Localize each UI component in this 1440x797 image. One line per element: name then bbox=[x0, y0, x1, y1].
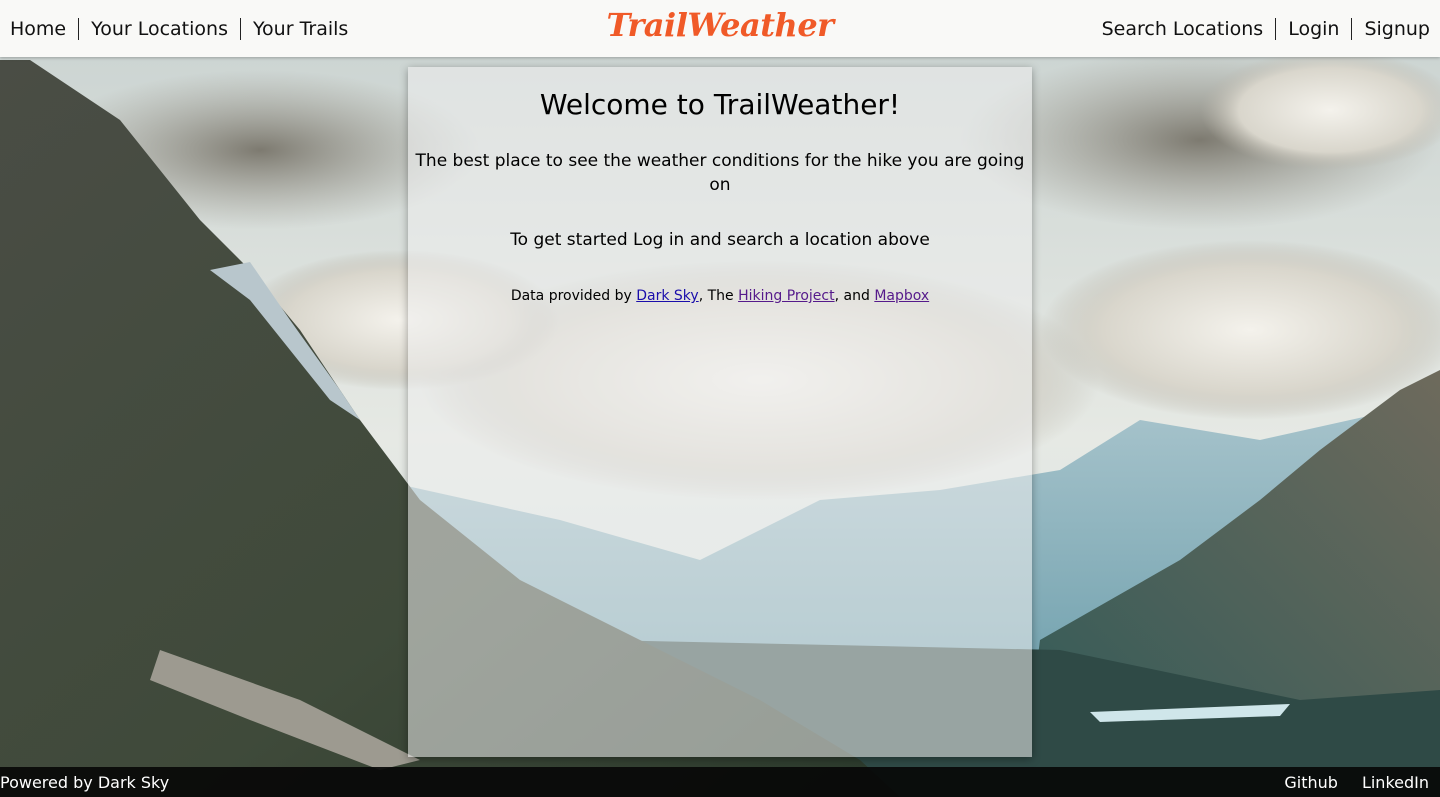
nav-right-group: Search Locations Login Signup bbox=[1102, 17, 1430, 40]
welcome-instruction: To get started Log in and search a locat… bbox=[510, 230, 930, 250]
nav-your-locations-link[interactable]: Your Locations bbox=[91, 18, 228, 40]
dark-sky-link[interactable]: Dark Sky bbox=[636, 288, 698, 304]
nav-divider bbox=[1275, 17, 1277, 40]
nav-login-link[interactable]: Login bbox=[1288, 18, 1339, 40]
nav-divider bbox=[239, 17, 241, 40]
welcome-panel: Welcome to TrailWeather! The best place … bbox=[408, 67, 1032, 757]
credits-middle: , The bbox=[698, 288, 739, 304]
footer-links: Github LinkedIn bbox=[1284, 773, 1440, 792]
nav-left-group: Home Your Locations Your Trails bbox=[10, 17, 348, 40]
data-credits: Data provided by Dark Sky, The Hiking Pr… bbox=[408, 286, 1032, 306]
linkedin-link[interactable]: LinkedIn bbox=[1362, 773, 1429, 792]
powered-by-text: Powered by Dark Sky bbox=[0, 772, 170, 792]
credits-prefix: Data provided by bbox=[510, 288, 637, 304]
nav-search-locations-link[interactable]: Search Locations bbox=[1102, 18, 1264, 40]
credits-and: , and bbox=[834, 288, 875, 304]
brand-logo[interactable]: TrailWeather bbox=[606, 6, 834, 44]
nav-your-trails-link[interactable]: Your Trails bbox=[253, 18, 348, 40]
github-link[interactable]: Github bbox=[1284, 773, 1338, 792]
nav-divider bbox=[1351, 17, 1353, 40]
mapbox-link[interactable]: Mapbox bbox=[874, 288, 929, 304]
nav-home-link[interactable]: Home bbox=[10, 18, 66, 40]
welcome-subtitle: The best place to see the weather condit… bbox=[415, 151, 1025, 195]
top-navbar: Home Your Locations Your Trails TrailWea… bbox=[0, 0, 1440, 57]
page-title: Welcome to TrailWeather! bbox=[539, 88, 901, 121]
footer: Powered by Dark Sky Github LinkedIn bbox=[0, 767, 1440, 797]
hiking-project-link[interactable]: Hiking Project bbox=[738, 288, 835, 304]
nav-divider bbox=[78, 17, 80, 40]
nav-signup-link[interactable]: Signup bbox=[1364, 18, 1430, 40]
